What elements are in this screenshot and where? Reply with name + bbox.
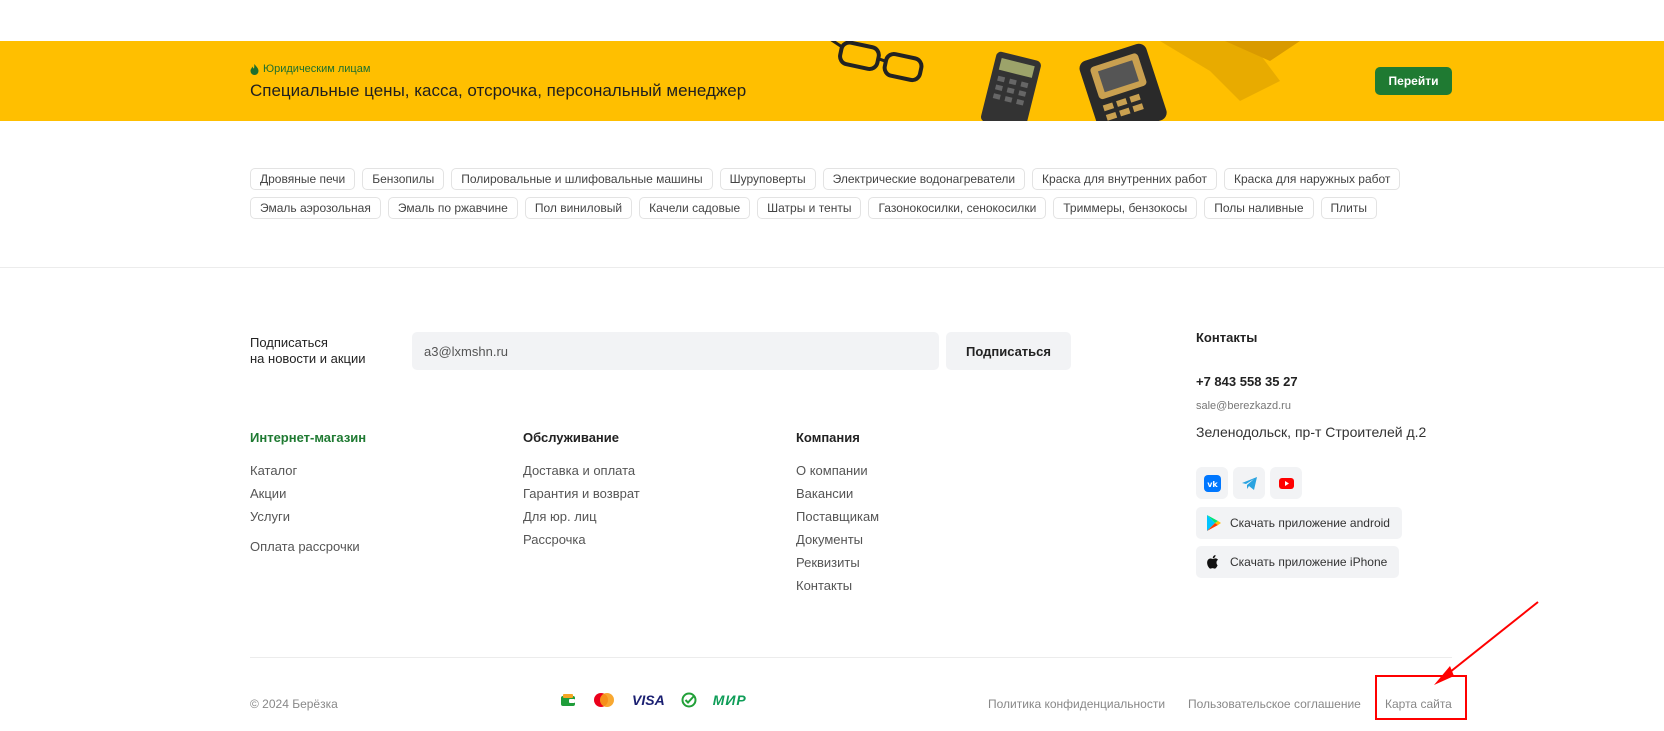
- glasses-image: [830, 41, 924, 83]
- tag-chip[interactable]: Полы наливные: [1204, 197, 1314, 219]
- telegram-button[interactable]: [1233, 467, 1265, 499]
- google-play-icon: [1207, 515, 1221, 531]
- subscribe-email-input[interactable]: [412, 332, 939, 370]
- footer-page: Юридическим лицам Специальные цены, касс…: [0, 0, 1664, 731]
- footer-link-warranty[interactable]: Гарантия и возврат: [523, 482, 640, 505]
- subscribe-label-line2: на новости и акции: [250, 351, 366, 366]
- tag-chip[interactable]: Плиты: [1320, 197, 1377, 219]
- youtube-button[interactable]: [1270, 467, 1302, 499]
- tag-chip[interactable]: Качели садовые: [639, 197, 751, 219]
- download-iphone-label: Скачать приложение iPhone: [1230, 555, 1388, 569]
- section-divider: [0, 267, 1664, 268]
- footer-link-services[interactable]: Услуги: [250, 505, 366, 528]
- payment-methods: VISA МИР: [560, 692, 747, 708]
- flame-icon: [250, 63, 259, 75]
- bottom-divider: [250, 657, 1452, 658]
- download-android-label: Скачать приложение android: [1230, 516, 1390, 530]
- svg-text:vk: vk: [1207, 480, 1218, 489]
- footer-link-promotions[interactable]: Акции: [250, 482, 366, 505]
- social-links: vk: [1196, 467, 1302, 499]
- visa-icon: VISA: [632, 692, 665, 708]
- footer-link-contacts[interactable]: Контакты: [796, 574, 879, 597]
- mastercard-icon: [592, 692, 616, 708]
- footer-link-catalog[interactable]: Каталог: [250, 459, 366, 482]
- vk-button[interactable]: vk: [1196, 467, 1228, 499]
- tag-chip[interactable]: Пол виниловый: [524, 197, 633, 219]
- calculator-image: [981, 51, 1041, 121]
- subscribe-label: Подписаться на новости и акции: [250, 335, 366, 367]
- telegram-icon: [1241, 476, 1257, 490]
- tag-chip[interactable]: Шуруповерты: [719, 168, 816, 190]
- tag-chip[interactable]: Полировальные и шлифовальные машины: [451, 168, 713, 190]
- subscribe-button[interactable]: Подписаться: [946, 332, 1071, 370]
- download-android-button[interactable]: Скачать приложение android: [1196, 507, 1402, 539]
- footer-link-installment[interactable]: Рассрочка: [523, 528, 640, 551]
- tag-chip[interactable]: Шатры и тенты: [757, 197, 862, 219]
- sber-icon: [681, 692, 697, 708]
- tag-chip[interactable]: Дровяные печи: [250, 168, 356, 190]
- footer-link-vacancies[interactable]: Вакансии: [796, 482, 879, 505]
- youtube-icon: [1278, 477, 1294, 489]
- footer-link-delivery[interactable]: Доставка и оплата: [523, 459, 640, 482]
- banner-illustration: [830, 41, 1300, 121]
- contacts-email[interactable]: sale@berezkazd.ru: [1196, 400, 1291, 412]
- column-title-service: Обслуживание: [523, 430, 620, 445]
- footer-link-suppliers[interactable]: Поставщикам: [796, 505, 879, 528]
- popular-tags: Дровяные печи Бензопилы Полировальные и …: [250, 168, 1430, 226]
- download-iphone-button[interactable]: Скачать приложение iPhone: [1196, 546, 1400, 578]
- contacts-title: Контакты: [1196, 330, 1258, 345]
- copyright: © 2024 Берёзка: [250, 697, 338, 711]
- subscribe-label-line1: Подписаться: [250, 335, 328, 350]
- footer-link-documents[interactable]: Документы: [796, 528, 879, 551]
- banner-kicker: Юридическим лицам: [250, 63, 370, 75]
- column-title-shop: Интернет-магазин: [250, 430, 367, 445]
- tag-row-2: Эмаль аэрозольная Эмаль по ржавчине Пол …: [250, 197, 1430, 219]
- tag-row-1: Дровяные печи Бензопилы Полировальные и …: [250, 168, 1430, 190]
- user-agreement-link[interactable]: Пользовательское соглашение: [1188, 697, 1361, 711]
- footer-column-company: Компания О компании Вакансии Поставщикам…: [796, 430, 879, 597]
- tag-chip[interactable]: Бензопилы: [362, 168, 445, 190]
- footer-link-requisites[interactable]: Реквизиты: [796, 551, 879, 574]
- tag-chip[interactable]: Электрические водонагреватели: [822, 168, 1026, 190]
- footer-link-legal-entities[interactable]: Для юр. лиц: [523, 505, 640, 528]
- pos-terminal-image: [1079, 43, 1167, 121]
- tag-chip[interactable]: Триммеры, бензокосы: [1053, 197, 1198, 219]
- mir-icon: МИР: [712, 692, 747, 708]
- footer-link-about[interactable]: О компании: [796, 459, 879, 482]
- tag-chip[interactable]: Краска для внутренних работ: [1032, 168, 1218, 190]
- column-title-company: Компания: [796, 430, 860, 445]
- tag-chip[interactable]: Эмаль аэрозольная: [250, 197, 381, 219]
- apple-icon: [1207, 555, 1218, 569]
- tag-chip[interactable]: Газонокосилки, сенокосилки: [868, 197, 1047, 219]
- privacy-policy-link[interactable]: Политика конфиденциальности: [988, 697, 1165, 711]
- footer-column-service: Обслуживание Доставка и оплата Гарантия …: [523, 430, 640, 551]
- contacts-address: Зеленодольск, пр-т Строителей д.2: [1196, 424, 1427, 440]
- banner-kicker-text: Юридическим лицам: [263, 63, 371, 75]
- b2b-banner[interactable]: Юридическим лицам Специальные цены, касс…: [0, 41, 1664, 121]
- annotation-arrow: [1434, 601, 1539, 685]
- contacts-phone[interactable]: +7 843 558 35 27: [1196, 374, 1298, 389]
- banner-title: Специальные цены, касса, отсрочка, персо…: [250, 81, 747, 100]
- tag-chip[interactable]: Эмаль по ржавчине: [387, 197, 518, 219]
- banner-go-button[interactable]: Перейти: [1375, 67, 1452, 95]
- footer-link-installment-payment[interactable]: Оплата рассрочки: [250, 535, 366, 558]
- vk-icon: vk: [1203, 474, 1221, 492]
- footer-column-shop: Интернет-магазин Каталог Акции Услуги Оп…: [250, 430, 366, 558]
- contacts-block: Контакты +7 843 558 35 27 sale@berezkazd…: [1196, 330, 1456, 578]
- wallet-icon: [560, 692, 576, 708]
- tag-chip[interactable]: Краска для наружных работ: [1224, 168, 1401, 190]
